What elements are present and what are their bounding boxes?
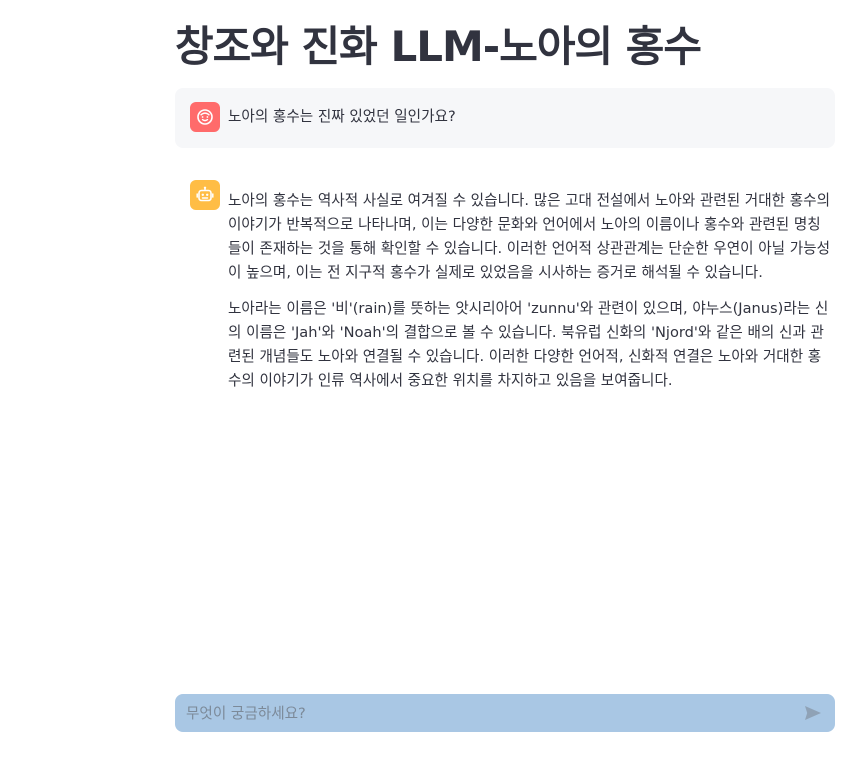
user-message: 노아의 홍수는 진짜 있었던 일인가요? xyxy=(175,88,835,148)
send-icon xyxy=(804,705,822,721)
assistant-paragraph: 노아의 홍수는 역사적 사실로 여겨질 수 있습니다. 많은 고대 전설에서 노… xyxy=(228,192,830,281)
chat-input-bar xyxy=(175,694,835,732)
send-button[interactable] xyxy=(799,699,827,727)
assistant-message-text: 노아의 홍수는 역사적 사실로 여겨질 수 있습니다. 많은 고대 전설에서 노… xyxy=(228,180,835,405)
smile-face-icon xyxy=(190,102,220,132)
app-page: 창조와 진화 LLM-노아의 홍수 노아의 홍수는 진짜 있었던 일인가요? 노… xyxy=(0,0,864,762)
user-message-text: 노아의 홍수는 진짜 있었던 일인가요? xyxy=(228,108,456,125)
page-title: 창조와 진화 LLM-노아의 홍수 xyxy=(175,22,702,71)
assistant-paragraph: 노아라는 이름은 '비'(rain)를 뜻하는 앗시리아어 'zunnu'와 관… xyxy=(228,300,829,389)
assistant-message: 노아의 홍수는 역사적 사실로 여겨질 수 있습니다. 많은 고대 전설에서 노… xyxy=(175,166,835,405)
robot-icon xyxy=(190,180,220,210)
chat-input[interactable] xyxy=(184,694,799,732)
